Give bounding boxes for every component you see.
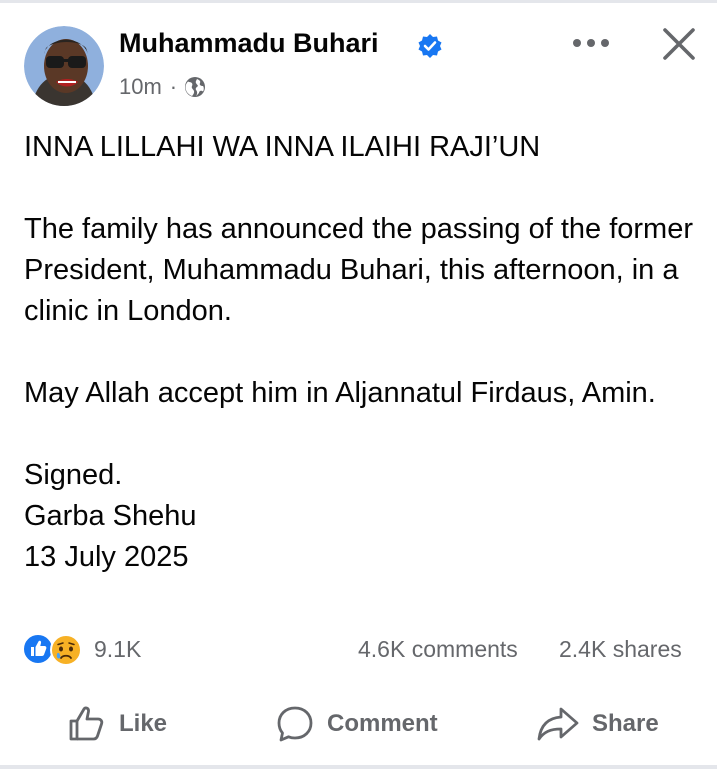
comment-button[interactable]: Comment bbox=[275, 700, 438, 748]
divider bbox=[0, 0, 717, 3]
thumbs-up-icon bbox=[69, 706, 104, 741]
sad-reaction-icon bbox=[50, 634, 82, 666]
share-label: Share bbox=[592, 710, 659, 737]
post-text: INNA LILLAHI WA INNA ILAIHI RAJI’UN The … bbox=[24, 131, 693, 573]
comments-count[interactable]: 4.6K comments bbox=[358, 636, 518, 663]
post-meta: 10m · bbox=[119, 74, 206, 100]
comment-icon bbox=[277, 706, 313, 742]
divider bbox=[0, 765, 717, 769]
like-reaction-icon bbox=[22, 633, 54, 665]
like-label: Like bbox=[119, 710, 168, 737]
close-icon[interactable] bbox=[661, 26, 697, 62]
share-button[interactable]: Share bbox=[536, 700, 659, 748]
meta-separator: · bbox=[169, 74, 178, 99]
reactions-count[interactable]: 9.1K bbox=[94, 636, 141, 663]
globe-icon bbox=[185, 77, 206, 97]
reaction-icons[interactable] bbox=[22, 632, 86, 666]
avatar[interactable] bbox=[24, 26, 104, 106]
shares-count[interactable]: 2.4K shares bbox=[559, 636, 682, 663]
post-time[interactable]: 10m bbox=[119, 74, 162, 100]
author-name[interactable]: Muhammadu Buhari bbox=[119, 28, 379, 59]
comment-label: Comment bbox=[327, 710, 438, 737]
post-card: Muhammadu Buhari 10m · INNA LILLAHI WA I… bbox=[0, 0, 717, 769]
like-button[interactable]: Like bbox=[67, 700, 167, 748]
verified-badge-icon bbox=[418, 34, 442, 58]
post-stats: 9.1K 4.6K comments 2.4K shares bbox=[22, 630, 697, 668]
more-options-icon[interactable] bbox=[571, 36, 611, 50]
share-arrow-icon bbox=[537, 707, 579, 741]
